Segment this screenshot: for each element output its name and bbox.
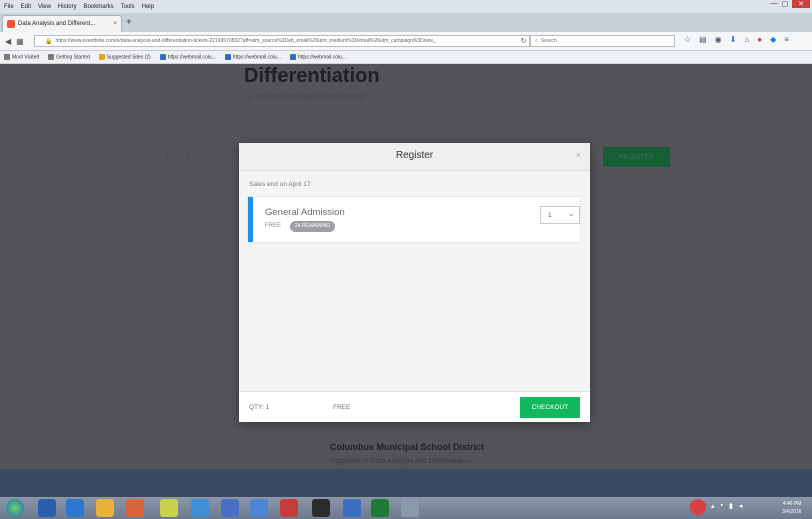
checkout-button[interactable]: CHECKOUT [520, 397, 580, 418]
reading-list-icon[interactable]: ▤ [699, 35, 707, 44]
ticket-name: General Admission [265, 207, 345, 218]
modal-title: Register [395, 150, 434, 161]
notification-icon[interactable] [690, 499, 706, 515]
suggested-sites-icon [98, 53, 105, 60]
quantity-value: 1 [548, 211, 552, 219]
explorer-icon[interactable] [38, 499, 56, 517]
page-register-button[interactable]: REGISTER [603, 147, 670, 167]
menu-bar: File Edit View History Bookmarks Tools H… [0, 0, 812, 13]
menu-view[interactable]: View [38, 4, 51, 10]
tray-volume-icon[interactable]: ◂ [739, 502, 743, 510]
bookmark-webmail-2[interactable]: https://webmail.colu... [224, 53, 281, 60]
menu-tools[interactable]: Tools [121, 4, 135, 10]
calendar-icon[interactable] [250, 499, 268, 517]
close-icon[interactable]: × [576, 150, 581, 160]
chevron-down-icon: ⌄ [567, 208, 575, 218]
lock-icon: 🔒 [45, 38, 53, 45]
app-icon[interactable] [160, 499, 178, 517]
clock-time: 4:46 PM [782, 501, 802, 507]
skype-icon[interactable]: ◆ [770, 35, 776, 44]
new-tab-button[interactable]: + [126, 17, 132, 28]
maximize-icon[interactable]: ▢ [782, 0, 789, 8]
bookmark-suggested-sites[interactable]: Suggested Sites (2) [98, 53, 151, 60]
extension-icon[interactable]: ● [757, 35, 762, 44]
event-title: Differentiation [244, 65, 380, 87]
media-icon[interactable] [312, 499, 330, 517]
outlook-icon[interactable] [191, 499, 209, 517]
bookmark-getting-started[interactable]: Getting Started [48, 53, 90, 60]
clock-date: 3/4/2016 [782, 509, 802, 515]
outlook-icon [224, 53, 231, 60]
window-close-icon[interactable]: ✕ [792, 0, 810, 8]
folder-icon [4, 53, 10, 60]
share-icon[interactable]: ⇪ [163, 152, 171, 163]
footer-quantity: QTY: 1 [249, 404, 270, 411]
modal-body: Sales end on April 17 General Admission … [239, 171, 590, 391]
home-icon[interactable]: ⌂ [744, 35, 749, 44]
url-text: https://www.eventbrite.com/e/data-analys… [55, 38, 436, 44]
register-modal: Register × Sales end on April 17 General… [239, 143, 590, 422]
sales-end-note: Sales end on April 17 [249, 181, 311, 188]
ticket-card: General Admission FREE 24 REMAINING 1 ⌄ [248, 197, 580, 242]
reload-icon[interactable]: ↻ [518, 35, 530, 47]
modal-footer: QTY: 1 FREE CHECKOUT [239, 391, 590, 422]
tray-arrow-icon[interactable]: ▴ [711, 502, 715, 510]
menu-history[interactable]: History [58, 4, 77, 10]
firefox-icon[interactable] [126, 499, 144, 517]
bookmark-star-icon[interactable]: ☆ [684, 35, 691, 44]
toolbar-icons: ☆ ▤ ◉ ⬇ ⌂ ● ◆ ≡ [684, 35, 789, 44]
outlook-icon [159, 53, 166, 60]
identity-icon[interactable]: ▦ [16, 37, 24, 46]
search-icon: ⌕ [535, 38, 538, 44]
quantity-select[interactable]: 1 ⌄ [540, 206, 580, 224]
ticket-price: FREE [265, 223, 282, 229]
save-icon[interactable]: ▯ [185, 152, 190, 163]
bookmark-most-visited[interactable]: Most Visited [4, 53, 39, 60]
outlook-icon [289, 53, 296, 60]
acrobat-icon[interactable] [280, 499, 298, 517]
share-tools: ⇪ ▯ [163, 152, 190, 163]
tray-network-icon[interactable]: ▮ [729, 502, 733, 510]
tab-title: Data Analysis and Different... [18, 21, 96, 27]
eventbrite-favicon-icon [7, 20, 15, 28]
tab-close-icon[interactable]: × [113, 21, 117, 27]
menu-edit[interactable]: Edit [21, 4, 31, 10]
bookmark-webmail-3[interactable]: https://webmail.colu... [289, 53, 346, 60]
event-byline: by Columbus Municipal School District [246, 94, 366, 101]
pocket-icon[interactable]: ◉ [715, 35, 722, 44]
download-icon[interactable]: ⬇ [730, 35, 737, 44]
organizer-name: Columbus Municipal School District [330, 442, 485, 452]
back-arrow-icon[interactable]: ◀ [5, 37, 11, 46]
system-clock[interactable]: 4:46 PM 3/4/2016 [782, 500, 801, 516]
menu-help[interactable]: Help [142, 4, 154, 10]
remaining-badge: 24 REMAINING [290, 221, 336, 232]
footer-total: FREE [333, 404, 351, 411]
word-icon[interactable] [221, 499, 239, 517]
tab-strip: Data Analysis and Different... × + [0, 13, 812, 32]
system-tray: ▴ ▪ ▮ ◂ [711, 502, 742, 510]
firefox-icon [48, 53, 55, 60]
search-input[interactable]: ⌕ Search [530, 35, 675, 47]
internet-explorer-icon[interactable] [66, 499, 84, 517]
minimize-icon[interactable]: — [771, 0, 778, 8]
bookmark-webmail-1[interactable]: https://webmail.colu... [159, 53, 216, 60]
modal-header: Register × [239, 143, 590, 171]
menu-file[interactable]: File [4, 4, 14, 10]
tray-flag-icon[interactable]: ▪ [721, 502, 723, 510]
window-controls: — ▢ ✕ [771, 0, 810, 8]
overflow-menu-icon[interactable]: ≡ [784, 35, 789, 44]
organizer-subtitle: Organizer of Data Analysis and Different… [330, 458, 472, 465]
url-bar[interactable]: 🔒 https://www.eventbrite.com/e/data-anal… [34, 35, 521, 47]
search-placeholder: Search [540, 38, 557, 44]
browser-tab[interactable]: Data Analysis and Different... × [2, 15, 122, 32]
chrome-icon[interactable] [96, 499, 114, 517]
bookmarks-bar: Most Visited Getting Started Suggested S… [0, 51, 812, 64]
windows-taskbar: ▴ ▪ ▮ ◂ 4:46 PM 3/4/2016 [0, 469, 812, 519]
start-button-icon[interactable] [6, 499, 24, 517]
menu-bookmarks[interactable]: Bookmarks [84, 4, 114, 10]
program-icon[interactable] [401, 499, 419, 517]
network-icon[interactable] [343, 499, 361, 517]
excel-icon[interactable] [371, 499, 389, 517]
